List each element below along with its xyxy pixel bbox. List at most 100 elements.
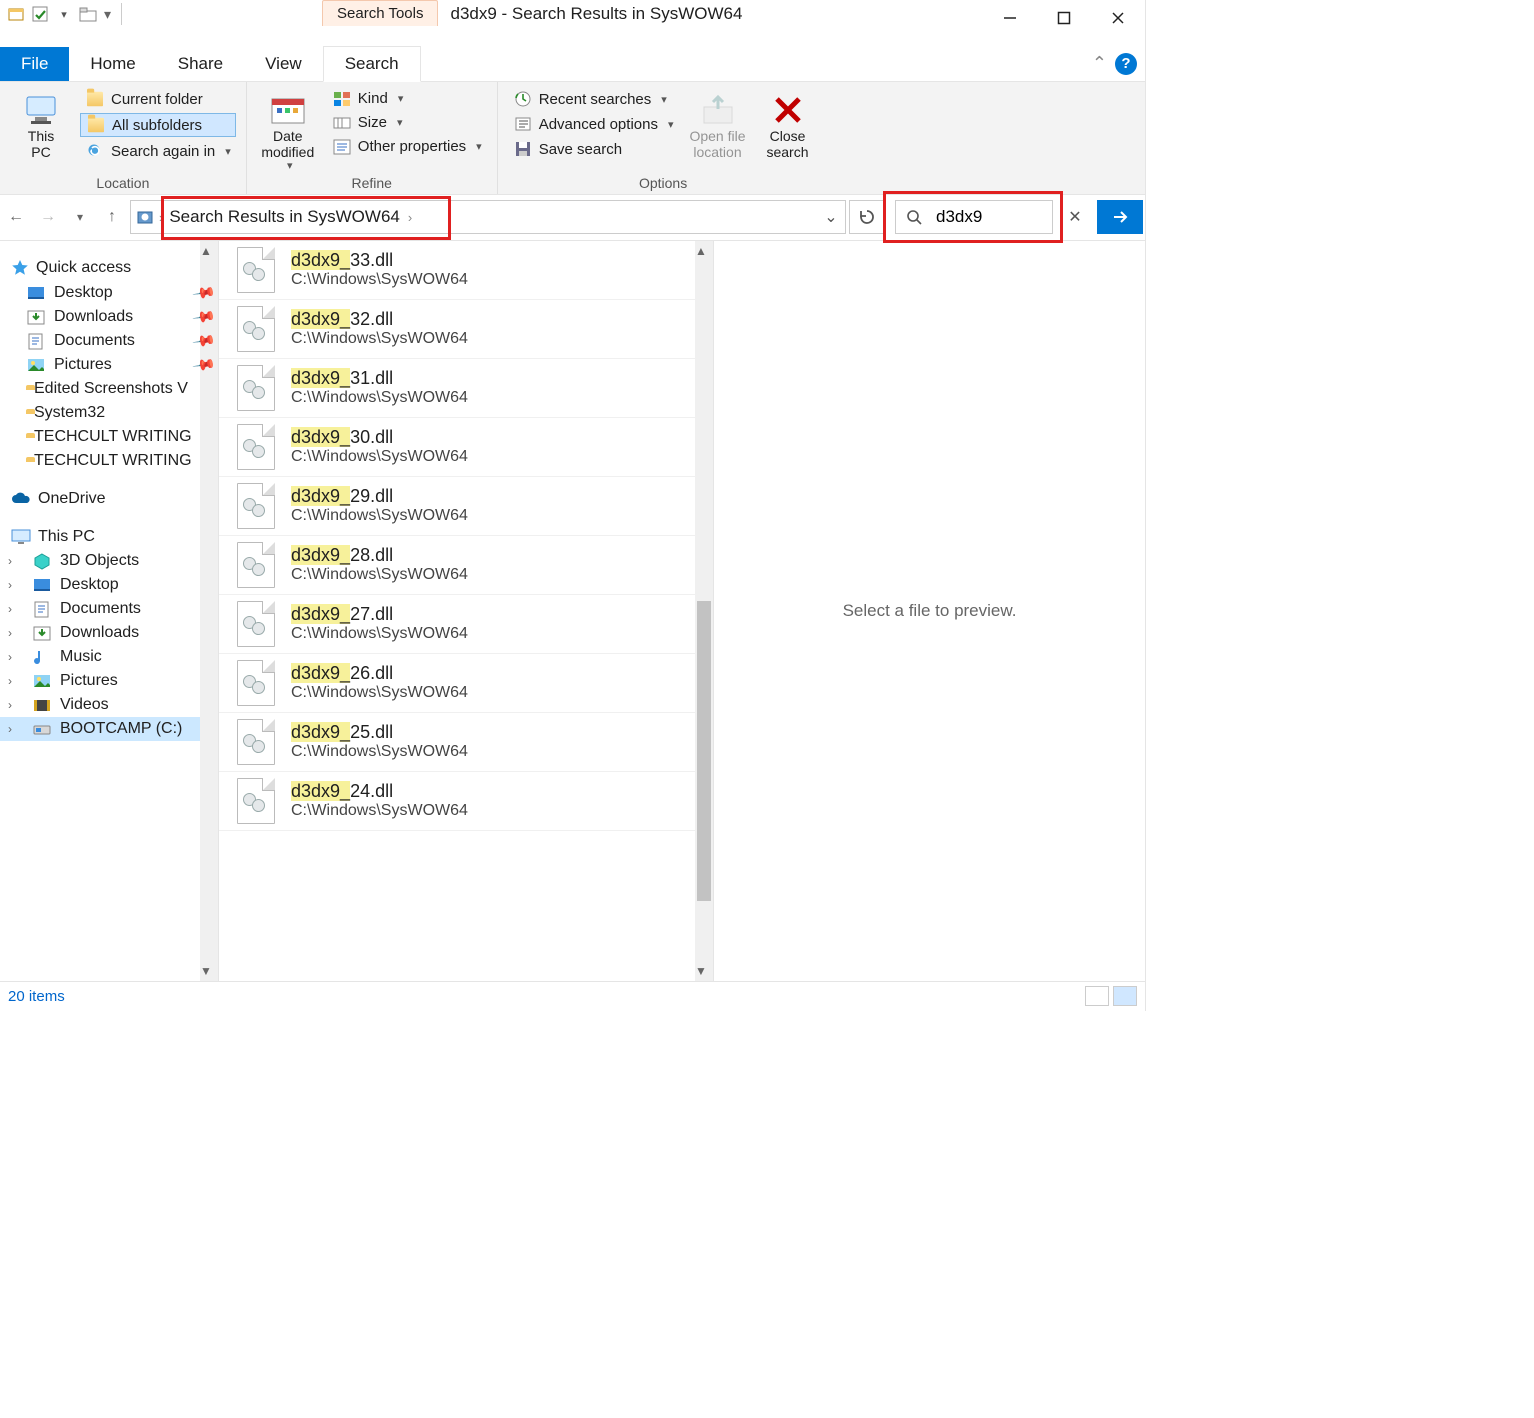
sidebar-item[interactable]: ›Downloads xyxy=(0,621,218,645)
qat-overflow[interactable]: ▾ xyxy=(100,6,115,23)
breadcrumb[interactable]: Search Results in SysWOW64› xyxy=(163,207,418,227)
scroll-down-icon[interactable]: ▼ xyxy=(695,961,707,981)
result-item[interactable]: d3dx9_32.dllC:\Windows\SysWOW64 xyxy=(219,300,713,359)
result-item[interactable]: d3dx9_33.dllC:\Windows\SysWOW64 xyxy=(219,241,713,300)
recent-searches-option[interactable]: Recent searches xyxy=(508,88,679,110)
kind-option[interactable]: Kind xyxy=(327,88,487,109)
ribbon-group-label: Refine xyxy=(257,173,487,191)
sidebar-item[interactable]: Edited Screenshots V xyxy=(0,377,218,401)
search-input[interactable] xyxy=(932,202,1052,232)
scroll-down-icon[interactable]: ▼ xyxy=(200,961,212,981)
all-subfolders-option[interactable]: All subfolders xyxy=(80,113,236,137)
file-path: C:\Windows\SysWOW64 xyxy=(291,625,468,643)
sidebar-item[interactable]: ›Pictures xyxy=(0,669,218,693)
close-button[interactable] xyxy=(1091,0,1145,36)
sidebar-item[interactable]: ›Documents xyxy=(0,597,218,621)
sidebar-item[interactable]: Pictures📌 xyxy=(0,353,218,377)
result-item[interactable]: d3dx9_29.dllC:\Windows\SysWOW64 xyxy=(219,477,713,536)
sidebar-quick-access[interactable]: Quick access xyxy=(0,255,218,281)
tab-share[interactable]: Share xyxy=(157,47,244,81)
address-bar[interactable]: › Search Results in SysWOW64› ⌄ xyxy=(130,200,846,234)
tab-view[interactable]: View xyxy=(244,47,323,81)
ribbon-collapse-icon[interactable]: ⌃ xyxy=(1092,53,1107,74)
search-tools-tab[interactable]: Search Tools xyxy=(322,0,438,26)
sidebar-item[interactable]: ›Videos xyxy=(0,693,218,717)
scroll-up-icon[interactable]: ▲ xyxy=(200,241,212,261)
file-icon xyxy=(237,719,275,765)
save-search-option[interactable]: Save search xyxy=(508,138,679,160)
expand-icon[interactable]: › xyxy=(8,578,22,592)
qat-new-folder-icon[interactable] xyxy=(79,5,97,23)
sidebar-onedrive[interactable]: OneDrive xyxy=(0,487,218,511)
search-box[interactable] xyxy=(895,200,1053,234)
result-item[interactable]: d3dx9_25.dllC:\Windows\SysWOW64 xyxy=(219,713,713,772)
search-go-button[interactable] xyxy=(1097,200,1143,234)
close-search-button[interactable]: Close search xyxy=(757,88,819,160)
sidebar-item[interactable]: TECHCULT WRITING xyxy=(0,425,218,449)
scrollbar-thumb[interactable] xyxy=(697,601,711,901)
sidebar-item[interactable]: TECHCULT WRITING xyxy=(0,449,218,473)
sidebar-item[interactable]: ›Desktop xyxy=(0,573,218,597)
advanced-options-option[interactable]: Advanced options xyxy=(508,113,679,135)
expand-icon[interactable]: › xyxy=(8,650,22,664)
results-scrollbar[interactable]: ▲ ▼ xyxy=(695,241,713,981)
this-pc-button[interactable]: This PC xyxy=(10,88,72,160)
file-icon xyxy=(237,542,275,588)
expand-icon[interactable]: › xyxy=(8,626,22,640)
qat-properties-icon[interactable] xyxy=(31,5,49,23)
file-icon xyxy=(237,306,275,352)
file-path: C:\Windows\SysWOW64 xyxy=(291,566,468,584)
result-item[interactable]: d3dx9_26.dllC:\Windows\SysWOW64 xyxy=(219,654,713,713)
ribbon-group-options: Recent searches Advanced options Save se… xyxy=(498,82,829,194)
date-modified-button[interactable]: Date modified xyxy=(257,88,319,173)
scroll-up-icon[interactable]: ▲ xyxy=(695,241,707,261)
ribbon-group-location: This PC Current folder All subfolders Se… xyxy=(0,82,247,194)
sidebar-item[interactable]: System32 xyxy=(0,401,218,425)
sidebar-item[interactable]: ›Music xyxy=(0,645,218,669)
cloud-icon xyxy=(10,491,32,507)
app-icon xyxy=(7,5,25,23)
tab-search[interactable]: Search xyxy=(323,46,421,82)
expand-icon[interactable]: › xyxy=(8,674,22,688)
tab-home[interactable]: Home xyxy=(69,47,156,81)
view-details-button[interactable] xyxy=(1085,986,1109,1006)
expand-icon[interactable]: › xyxy=(8,698,22,712)
expand-icon[interactable]: › xyxy=(8,602,22,616)
sidebar-item[interactable]: Documents📌 xyxy=(0,329,218,353)
minimize-button[interactable] xyxy=(983,0,1037,36)
file-name: d3dx9_32.dll xyxy=(291,309,468,330)
refresh-button[interactable] xyxy=(849,200,885,234)
result-item[interactable]: d3dx9_31.dllC:\Windows\SysWOW64 xyxy=(219,359,713,418)
result-item[interactable]: d3dx9_27.dllC:\Windows\SysWOW64 xyxy=(219,595,713,654)
navigation-pane: ▲ ▼ Quick access Desktop📌Downloads📌Docum… xyxy=(0,241,218,981)
clear-search-button[interactable]: ✕ xyxy=(1057,207,1093,227)
sidebar-item[interactable]: ›BOOTCAMP (C:) xyxy=(0,717,218,741)
expand-icon[interactable]: › xyxy=(8,722,22,736)
address-dropdown-icon[interactable]: ⌄ xyxy=(817,207,845,227)
result-item[interactable]: d3dx9_28.dllC:\Windows\SysWOW64 xyxy=(219,536,713,595)
qat-dropdown-icon[interactable]: ▾ xyxy=(55,5,73,23)
back-button[interactable]: ← xyxy=(2,201,30,233)
sidebar-item[interactable]: Desktop📌 xyxy=(0,281,218,305)
sidebar-item[interactable]: ›3D Objects xyxy=(0,549,218,573)
view-large-icons-button[interactable] xyxy=(1113,986,1137,1006)
tab-file[interactable]: File xyxy=(0,47,69,81)
file-name: d3dx9_24.dll xyxy=(291,781,468,802)
sidebar-item[interactable]: Downloads📌 xyxy=(0,305,218,329)
help-icon[interactable]: ? xyxy=(1115,53,1137,75)
result-item[interactable]: d3dx9_30.dllC:\Windows\SysWOW64 xyxy=(219,418,713,477)
result-item[interactable]: d3dx9_24.dllC:\Windows\SysWOW64 xyxy=(219,772,713,831)
size-option[interactable]: Size xyxy=(327,112,487,133)
current-folder-option[interactable]: Current folder xyxy=(80,88,236,110)
file-name: d3dx9_30.dll xyxy=(291,427,468,448)
up-button[interactable]: ↑ xyxy=(98,201,126,233)
maximize-button[interactable] xyxy=(1037,0,1091,36)
expand-icon[interactable]: › xyxy=(8,554,22,568)
other-properties-option[interactable]: Other properties xyxy=(327,136,487,157)
recent-locations-button[interactable]: ▾ xyxy=(66,201,94,233)
search-again-in-option[interactable]: Search again in xyxy=(80,140,236,162)
ribbon-search: This PC Current folder All subfolders Se… xyxy=(0,82,1145,195)
monitor-icon xyxy=(10,528,32,546)
sidebar-scrollbar[interactable]: ▲ ▼ xyxy=(200,241,218,981)
sidebar-this-pc[interactable]: This PC xyxy=(0,525,218,549)
